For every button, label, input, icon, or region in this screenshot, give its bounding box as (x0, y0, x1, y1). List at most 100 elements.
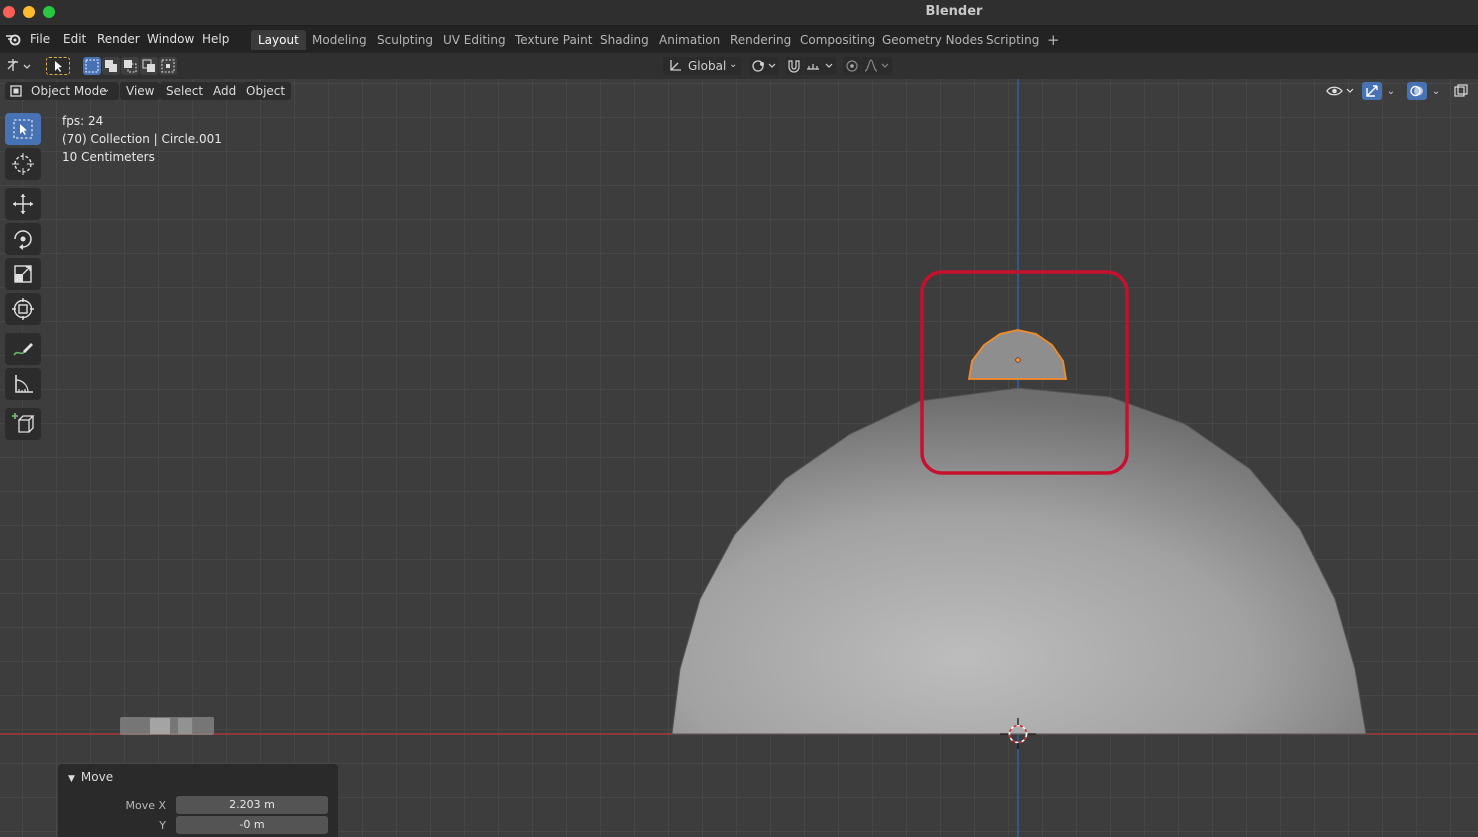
viewport-menu-view[interactable]: View (120, 82, 161, 100)
menu-help[interactable]: Help (202, 32, 229, 46)
tab-uv-editing[interactable]: UV Editing (436, 30, 513, 50)
gizmo-toggle[interactable] (1362, 82, 1382, 100)
tab-sculpting[interactable]: Sculpting (370, 30, 440, 50)
add-workspace-button[interactable]: + (1040, 30, 1067, 50)
title-bar: Blender (0, 0, 1478, 26)
tab-compositing[interactable]: Compositing (793, 30, 882, 50)
select-mode-subtract[interactable] (121, 57, 139, 75)
editor-type-icon (7, 59, 31, 71)
annotate-tool[interactable] (5, 333, 41, 365)
scale-tool[interactable] (5, 258, 41, 290)
object-mode-icon (10, 85, 22, 97)
proportional-editing-toggle[interactable] (843, 57, 861, 75)
chevron-down-icon: ⌄ (1431, 85, 1441, 97)
menu-render[interactable]: Render (97, 32, 140, 46)
tab-geometry-nodes[interactable]: Geometry Nodes (875, 30, 990, 50)
tab-shading[interactable]: Shading (593, 30, 656, 50)
viewport-menu-select[interactable]: Select (160, 82, 210, 100)
select-mode-invert[interactable] (140, 57, 158, 75)
move-y-field[interactable]: -0 m (176, 816, 328, 834)
collection-object-label: (70) Collection | Circle.001 (62, 132, 222, 146)
3d-cursor-tool-icon (12, 153, 34, 175)
3d-viewport[interactable]: Object Mode ⌄ View Select Add Object ⌄ ⌄… (0, 79, 1478, 837)
fps-readout: fps: 24 (62, 114, 104, 128)
cursor-icon (55, 61, 62, 72)
transform-tool[interactable] (5, 293, 41, 325)
tab-scripting[interactable]: Scripting (979, 30, 1046, 50)
move-x-label: Move X (125, 799, 166, 812)
xray-toggle[interactable] (1452, 82, 1470, 100)
grid-scale-label: 10 Centimeters (62, 150, 155, 164)
gizmo-icon (1366, 85, 1378, 97)
viewport-menu-add[interactable]: Add (207, 82, 243, 100)
snap-toggle[interactable] (785, 57, 803, 75)
cursor-tool[interactable] (5, 148, 41, 180)
object-mode-label: Object Mode (31, 84, 107, 98)
move-x-field[interactable]: 2.203 m (176, 796, 328, 814)
sphere-mesh[interactable] (671, 387, 1367, 735)
tab-layout[interactable]: Layout (251, 30, 306, 50)
select-box-tool[interactable] (5, 113, 41, 145)
move-panel-header[interactable]: ▼ Move (68, 770, 113, 784)
ruler-icon (15, 375, 33, 393)
overlays-icon (1410, 85, 1423, 97)
tab-modeling[interactable]: Modeling (305, 30, 374, 50)
chevron-down-icon: ▼ (68, 774, 75, 784)
object-visibility-dropdown[interactable] (1325, 82, 1357, 100)
snap-target-dropdown[interactable] (804, 57, 836, 75)
tool-header: Global ⌄ (0, 53, 1478, 79)
blender-logo-icon[interactable] (5, 32, 21, 46)
chevron-down-icon: ⌄ (1386, 85, 1396, 97)
snap-increment-icon (807, 63, 833, 70)
select-mode-extend[interactable] (102, 57, 120, 75)
viewport-header: Object Mode ⌄ View Select Add Object ⌄ ⌄ (0, 79, 1478, 103)
menu-bar: File Edit Render Window Help Layout Mode… (0, 26, 1478, 53)
tab-animation[interactable]: Animation (652, 30, 727, 50)
scale-icon (14, 265, 32, 283)
rotate-tool[interactable] (5, 223, 41, 255)
add-cube-tool[interactable] (5, 408, 41, 440)
orientation-axes-icon (670, 60, 681, 71)
select-subtract-icon (124, 60, 137, 73)
measure-tool[interactable] (5, 368, 41, 400)
move-panel-title: Move (80, 770, 114, 784)
move-tool[interactable] (5, 188, 41, 220)
rotate-icon (14, 230, 32, 250)
overlays-toggle[interactable] (1407, 82, 1427, 100)
chevron-down-icon: ⌄ (729, 59, 738, 70)
last-operator-panel: ▼ Move Move X 2.203 m Y -0 m (58, 764, 338, 837)
tab-texture-paint[interactable]: Texture Paint (508, 30, 599, 50)
pivot-point-dropdown[interactable] (749, 57, 779, 75)
magnet-icon (788, 60, 800, 73)
app-title: Blender (925, 4, 983, 19)
select-extend-icon (105, 60, 117, 72)
transform-orientation-dropdown[interactable]: Global ⌄ (663, 57, 741, 75)
editor-type-dropdown[interactable] (4, 57, 34, 75)
select-mode-new[interactable] (83, 57, 101, 75)
menu-window[interactable]: Window (147, 32, 194, 46)
select-mode-intersect[interactable] (159, 57, 177, 75)
tab-rendering[interactable]: Rendering (723, 30, 798, 50)
viewport-info-overlay: fps: 24 (70) Collection | Circle.001 10 … (62, 112, 222, 166)
chevron-down-icon: ⌄ (102, 84, 111, 95)
select-tool-indicator[interactable] (46, 57, 70, 75)
select-new-icon (85, 59, 99, 73)
proportional-edit-icon (846, 60, 858, 72)
xray-icon (1454, 84, 1468, 97)
falloff-curve-icon (864, 59, 889, 72)
viewport-menu-object[interactable]: Object (240, 82, 292, 100)
add-cube-icon (12, 413, 35, 433)
object-mode-dropdown[interactable]: Object Mode ⌄ (5, 82, 119, 100)
overlays-dropdown[interactable]: ⌄ (1428, 82, 1444, 100)
gizmo-dropdown[interactable]: ⌄ (1383, 82, 1399, 100)
transform-icon (12, 298, 34, 320)
pivot-point-icon (752, 60, 776, 72)
menu-edit[interactable]: Edit (63, 32, 86, 46)
move-arrows-icon (13, 194, 33, 214)
proportional-falloff-dropdown[interactable] (862, 57, 892, 75)
menu-file[interactable]: File (30, 32, 50, 46)
select-intersect-icon (161, 59, 175, 73)
pencil-icon (13, 343, 33, 356)
selected-circle-object[interactable] (967, 329, 1068, 380)
object-origin-dot (1015, 357, 1021, 363)
